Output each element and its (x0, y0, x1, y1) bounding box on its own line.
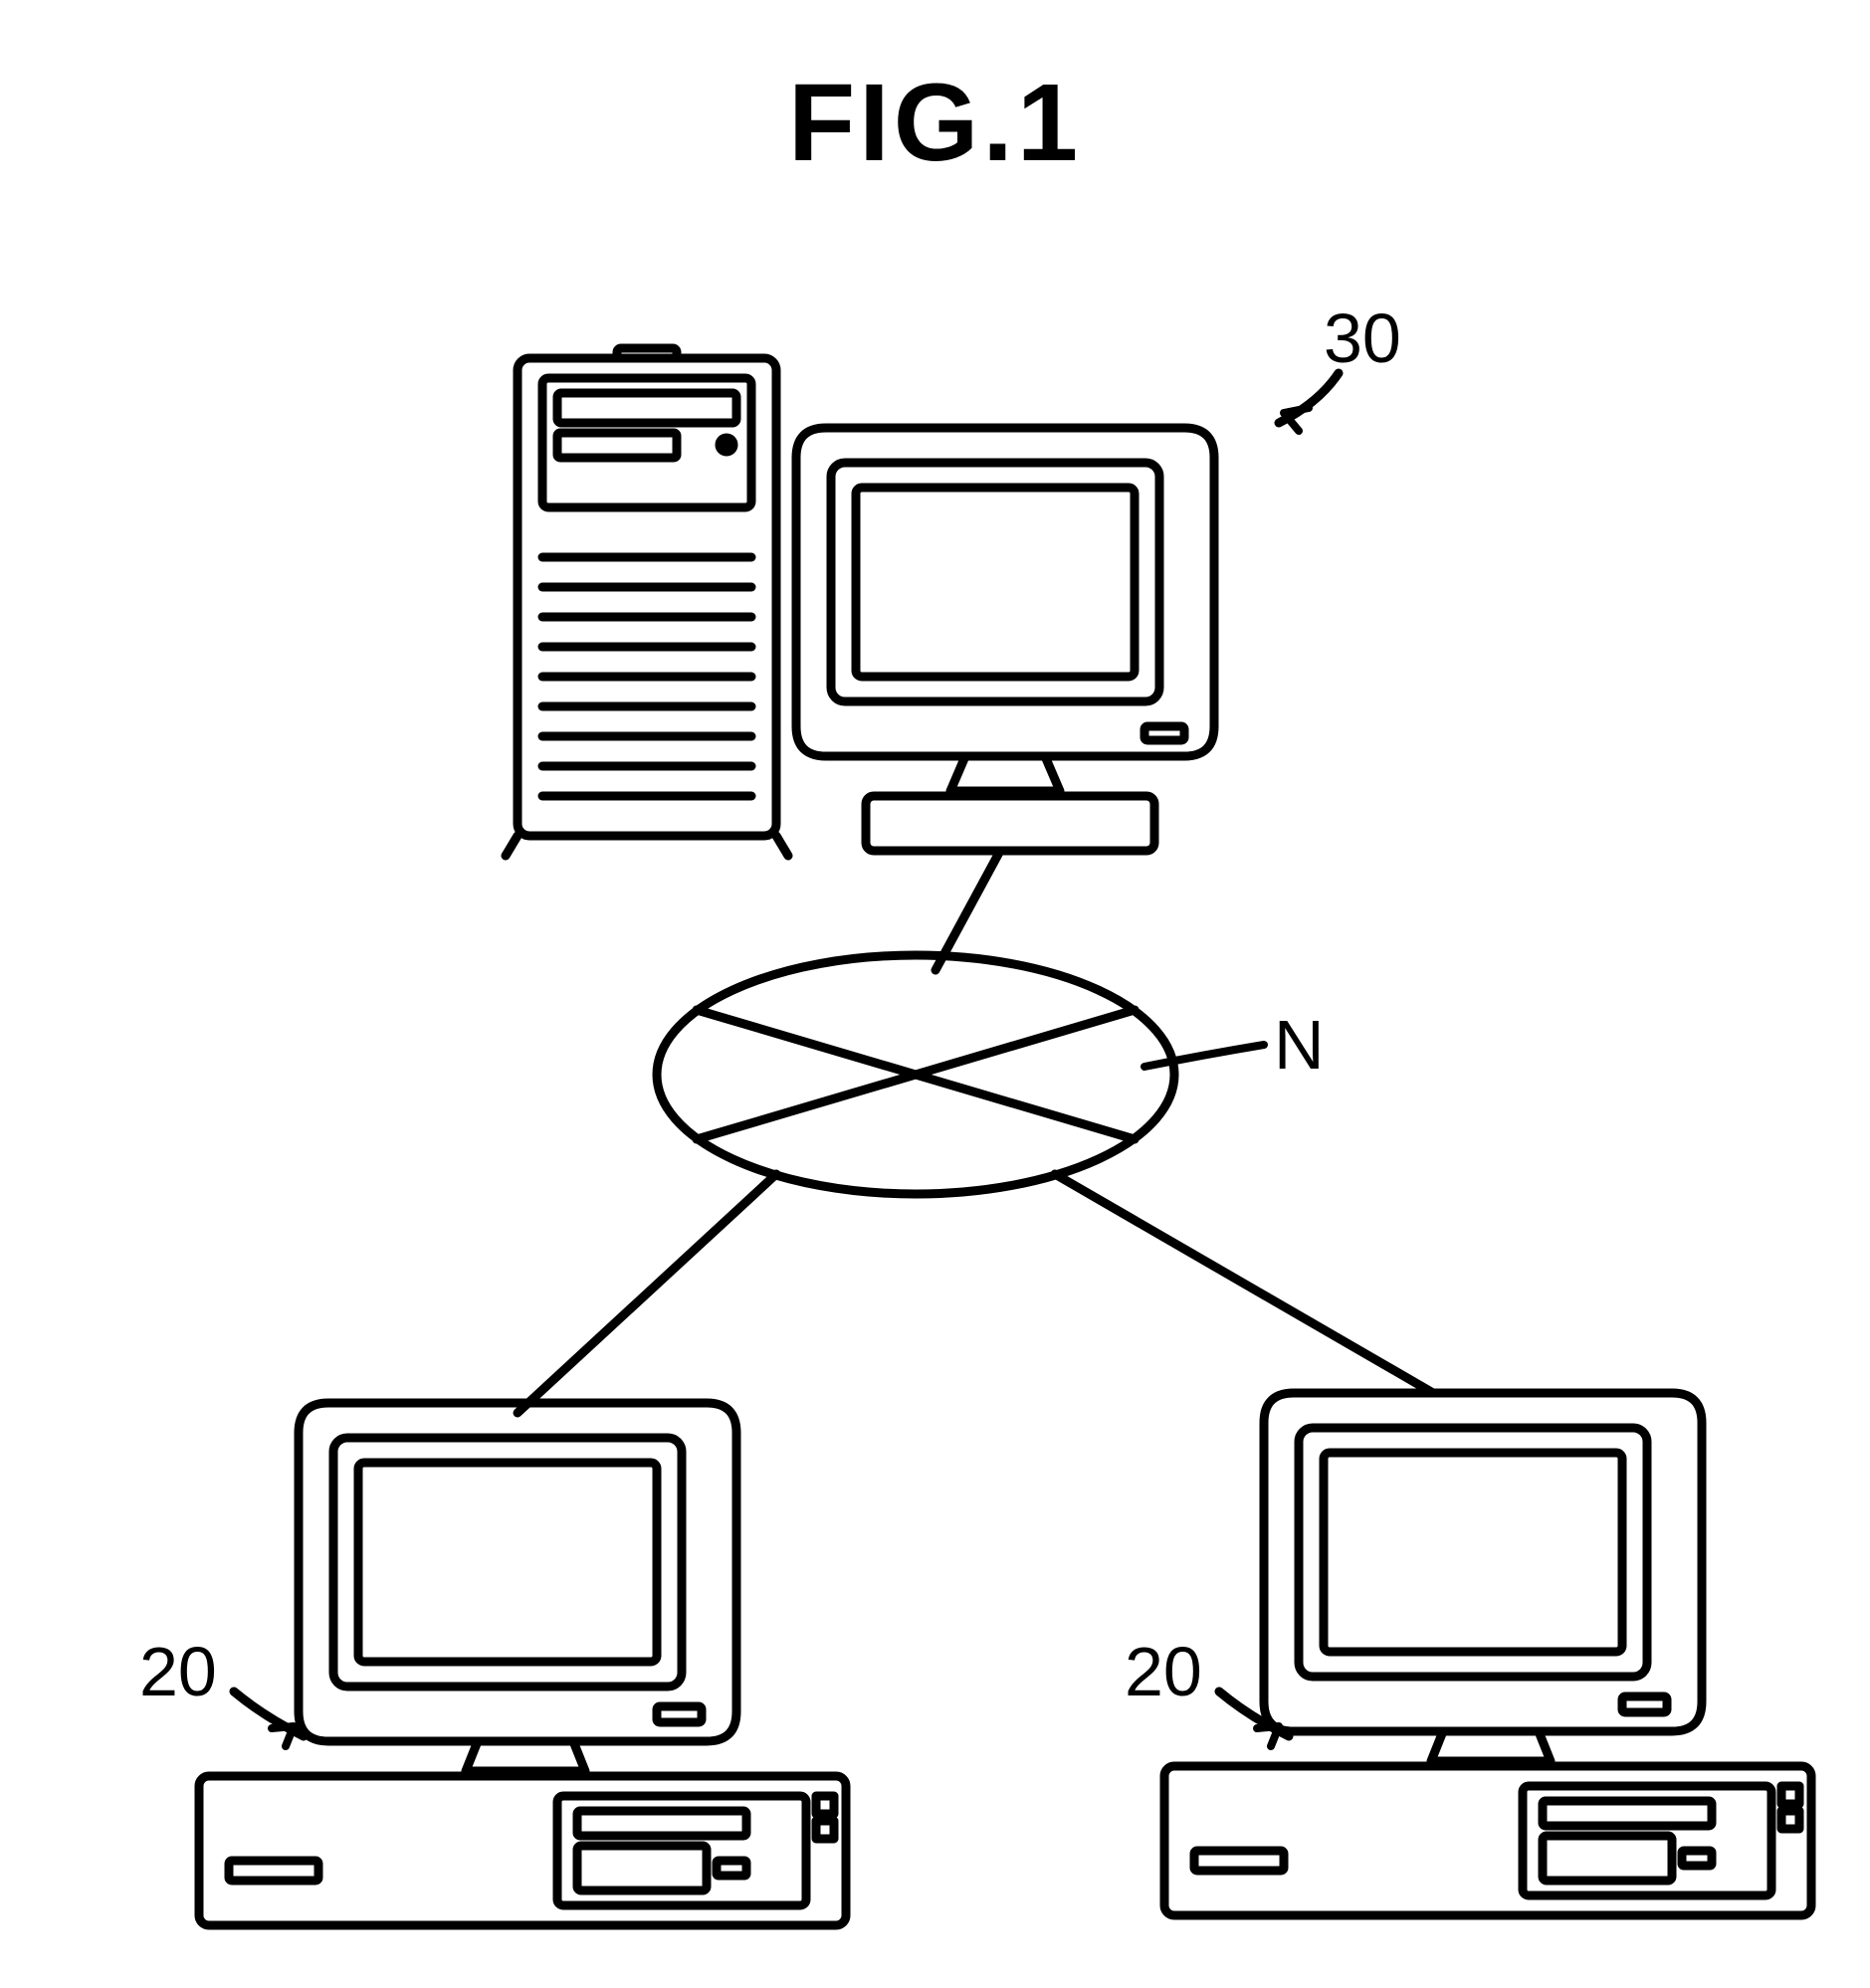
server-tower-icon (506, 348, 788, 856)
figure-canvas: FIG.1 30 N 20 20 (0, 0, 1870, 1988)
client-right-icon (1164, 1393, 1811, 1915)
server-monitor-icon (796, 428, 1214, 851)
client-left-icon (199, 1403, 846, 1925)
diagram-svg (0, 0, 1870, 1988)
network-hub-icon (657, 955, 1174, 1194)
